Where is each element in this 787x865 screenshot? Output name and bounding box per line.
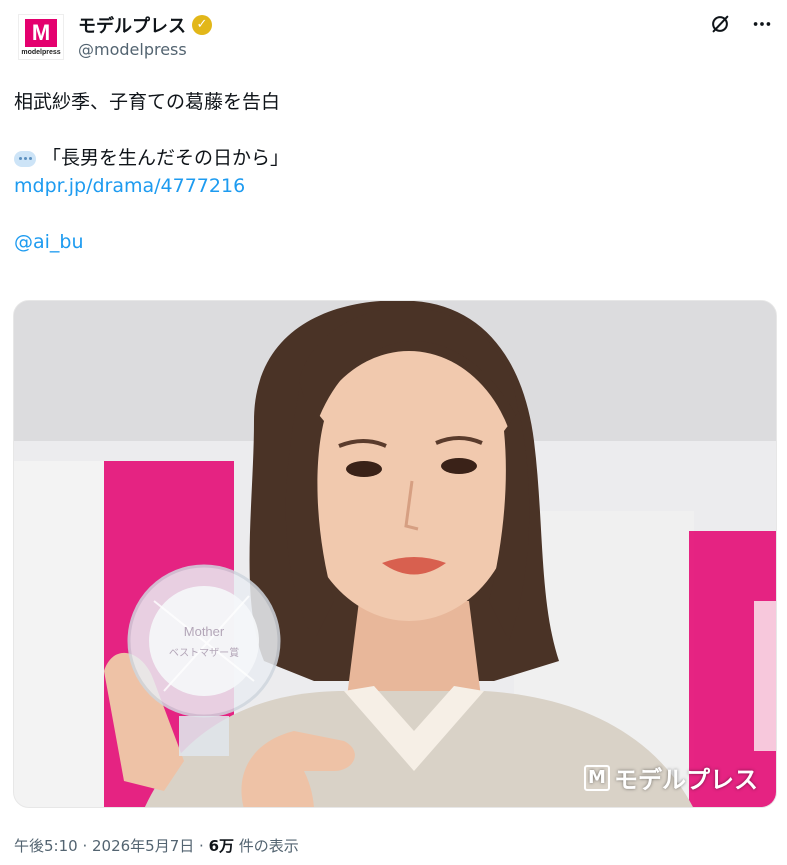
avatar[interactable]: M modelpress: [18, 14, 64, 60]
tweet-meta: 午後5:10 · 2026年5月7日 · 6万 件の表示: [14, 837, 299, 855]
tweet-quote: 「長男を生んだその日から」: [42, 147, 290, 169]
tweet-link[interactable]: mdpr.jp/drama/4777216: [14, 172, 774, 200]
more-icon[interactable]: [750, 12, 774, 36]
watermark-text: モデルプレス: [614, 766, 758, 794]
post-date[interactable]: 2026年5月7日: [92, 837, 194, 855]
mention-link[interactable]: @ai_bu: [14, 228, 774, 256]
post-time[interactable]: 午後5:10: [14, 837, 78, 855]
svg-text:Mother: Mother: [184, 624, 225, 639]
view-count[interactable]: 6万: [209, 837, 234, 855]
watermark: M モデルプレス: [584, 760, 758, 795]
tweet-header: M modelpress モデルプレス ✓ @modelpress: [14, 10, 774, 66]
tweet-body: 相武紗季、子育ての葛藤を告白 「長男を生んだその日から」 mdpr.jp/dra…: [14, 88, 774, 256]
speech-bubble-icon: [14, 150, 36, 167]
header-actions: [708, 12, 774, 36]
display-name[interactable]: モデルプレス: [78, 12, 186, 38]
person-photo-icon: Mother ベストマザー賞: [14, 301, 776, 807]
meta-separator: ·: [77, 837, 92, 855]
avatar-caption: modelpress: [21, 49, 61, 56]
user-handle[interactable]: @modelpress: [78, 40, 187, 59]
tweet-quote-line: 「長男を生んだその日から」: [14, 144, 774, 172]
grok-icon[interactable]: [708, 12, 732, 36]
svg-text:ベストマザー賞: ベストマザー賞: [169, 646, 239, 659]
tweet-photo[interactable]: Mother ベストマザー賞 M モデルプレス: [13, 300, 777, 808]
view-label: 件の表示: [234, 837, 299, 855]
avatar-logo: M: [25, 19, 57, 47]
verified-badge-icon[interactable]: ✓: [192, 15, 212, 35]
watermark-logo-icon: M: [584, 764, 610, 791]
tweet-headline: 相武紗季、子育ての葛藤を告白: [14, 91, 281, 113]
name-row: モデルプレス ✓: [78, 12, 212, 38]
